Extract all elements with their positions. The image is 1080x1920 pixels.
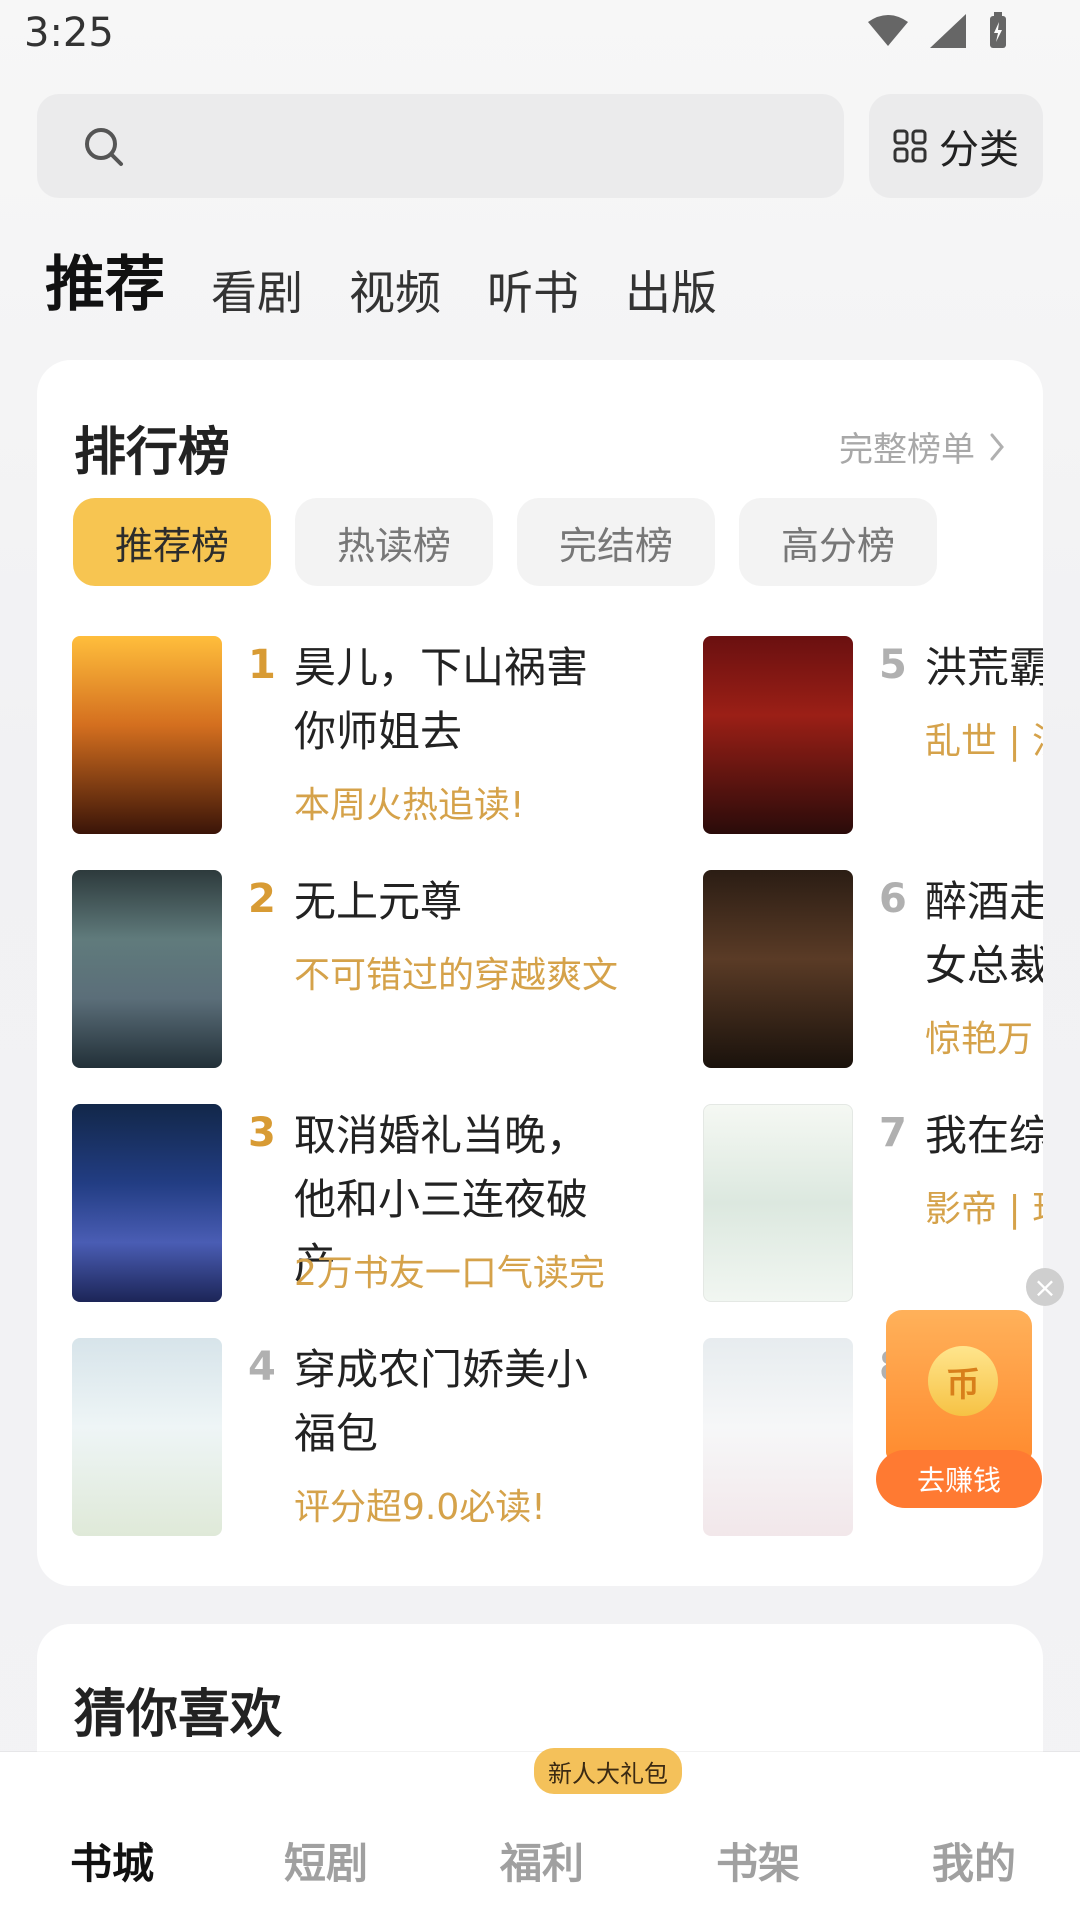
book-item-3[interactable]: 3 取消婚礼当晚，他和小三连夜破产 2万书友一口气读完	[72, 1104, 632, 1304]
book-title: 我在综	[925, 1111, 1043, 1160]
book-item-6[interactable]: 6 醉酒走 女总裁 惊艳万	[703, 870, 1043, 1070]
battery-icon	[990, 12, 1006, 48]
book-cover	[703, 636, 853, 834]
tab-publish[interactable]: 出版	[625, 257, 717, 323]
signal-icon	[930, 14, 966, 48]
category-button[interactable]: 分类	[869, 94, 1043, 198]
nav-profile[interactable]: 我的	[932, 1830, 1016, 1891]
new-user-badge: 新人大礼包	[534, 1748, 682, 1794]
book-tag: 不可错过的穿越爽文	[294, 955, 619, 996]
earn-envelope: 币	[886, 1310, 1032, 1460]
search-input[interactable]	[37, 94, 844, 198]
status-time: 3:25	[24, 10, 114, 56]
book-rank: 3	[248, 1110, 276, 1156]
nav-welfare[interactable]: 福利	[500, 1830, 584, 1891]
book-tag: 评分超9.0必读!	[294, 1487, 546, 1528]
book-rank: 1	[248, 642, 276, 688]
book-title: 昊儿，下山祸害你师姐去	[294, 643, 589, 756]
book-cover	[72, 1104, 222, 1302]
status-icons	[866, 12, 1010, 50]
book-title: 无上元尊	[294, 877, 463, 926]
book-rank: 5	[879, 642, 907, 688]
coin-icon: 币	[928, 1346, 998, 1416]
book-cover	[703, 1104, 853, 1302]
nav-short-drama[interactable]: 短剧	[284, 1830, 368, 1891]
nav-bookstore[interactable]: 书城	[70, 1830, 154, 1891]
book-title: 穿成农门娇美小福包	[294, 1345, 589, 1458]
search-icon	[85, 128, 123, 166]
close-promo-button[interactable]: ×	[1026, 1268, 1064, 1306]
status-bar: 3:25	[0, 0, 1080, 80]
category-label: 分类	[939, 127, 1019, 173]
book-cover	[72, 1338, 222, 1536]
book-rank: 2	[248, 876, 276, 922]
book-rank: 6	[879, 876, 907, 922]
book-cover	[703, 870, 853, 1068]
tab-drama[interactable]: 看剧	[211, 257, 303, 323]
bottom-nav: 新人大礼包 书城 短剧 福利 书架 我的	[0, 1748, 1080, 1920]
book-title-line2: 女总裁	[925, 941, 1043, 990]
earn-button[interactable]: 去赚钱	[876, 1450, 1042, 1508]
book-title: 洪荒霸	[925, 643, 1043, 692]
book-tag: 影帝 | 现	[925, 1189, 1043, 1230]
book-item-2[interactable]: 2 无上元尊 不可错过的穿越爽文	[72, 870, 632, 1070]
earn-money-widget[interactable]: 币 去赚钱	[876, 1310, 1044, 1508]
book-rank: 4	[248, 1344, 276, 1390]
book-item-1[interactable]: 1 昊儿，下山祸害你师姐去 本周火热追读!	[72, 636, 632, 836]
tab-recommend[interactable]: 推荐	[45, 236, 165, 323]
book-item-7[interactable]: 7 我在综 影帝 | 现	[703, 1104, 1043, 1304]
guess-title: 猜你喜欢	[74, 1685, 283, 1745]
wifi-icon	[868, 15, 908, 46]
nav-bookshelf[interactable]: 书架	[716, 1830, 800, 1891]
book-tag: 惊艳万	[925, 1019, 1034, 1060]
book-cover	[703, 1338, 853, 1536]
tab-audio[interactable]: 听书	[487, 257, 579, 323]
tab-video[interactable]: 视频	[349, 257, 441, 323]
book-tag: 本周火热追读!	[294, 785, 525, 826]
search-row: 分类	[37, 94, 1043, 200]
book-tag: 2万书友一口气读完	[294, 1253, 605, 1294]
book-item-5[interactable]: 5 洪荒霸 乱世 | 洪	[703, 636, 1043, 836]
book-cover	[72, 636, 222, 834]
book-rank: 7	[879, 1110, 907, 1156]
book-title: 醉酒走	[925, 877, 1043, 926]
book-cover	[72, 870, 222, 1068]
top-tabs: 推荐 看剧 视频 听书 出版	[45, 236, 717, 323]
book-item-4[interactable]: 4 穿成农门娇美小福包 评分超9.0必读!	[72, 1338, 632, 1538]
grid-icon	[893, 129, 927, 163]
book-tag: 乱世 | 洪	[925, 721, 1043, 762]
